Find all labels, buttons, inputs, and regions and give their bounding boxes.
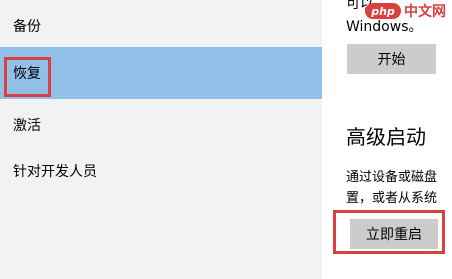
sidebar-item-activation[interactable]: 激活	[0, 99, 322, 151]
sidebar-item-label: 恢复	[13, 66, 41, 82]
restart-now-button[interactable]: 立即重启	[350, 219, 438, 249]
watermark-text: 中文网	[404, 4, 446, 20]
description-line: 通过设备或磁盘	[346, 170, 438, 185]
sidebar-item-backup[interactable]: 备份	[0, 0, 322, 52]
php-logo: php	[365, 3, 401, 19]
start-button[interactable]: 开始	[347, 44, 436, 74]
sidebar-item-label: 激活	[13, 118, 41, 134]
sidebar-item-recovery[interactable]: 恢复	[0, 47, 322, 99]
recovery-content-pane: 可以 Windows。 开始 高级启动 通过设备或磁盘 置，或者从系统 立即重启	[322, 0, 452, 279]
sidebar-item-label: 备份	[13, 19, 41, 35]
description-line: 置，或者从系统	[346, 191, 438, 206]
sidebar-item-for-developers[interactable]: 针对开发人员	[0, 145, 322, 197]
settings-sidebar: 备份 恢复 激活 针对开发人员	[0, 0, 322, 279]
watermark: php 中文网	[365, 0, 452, 22]
sidebar-item-label: 针对开发人员	[13, 164, 97, 180]
advanced-startup-heading: 高级启动	[346, 125, 426, 149]
advanced-startup-description: 通过设备或磁盘 置，或者从系统	[346, 167, 437, 209]
